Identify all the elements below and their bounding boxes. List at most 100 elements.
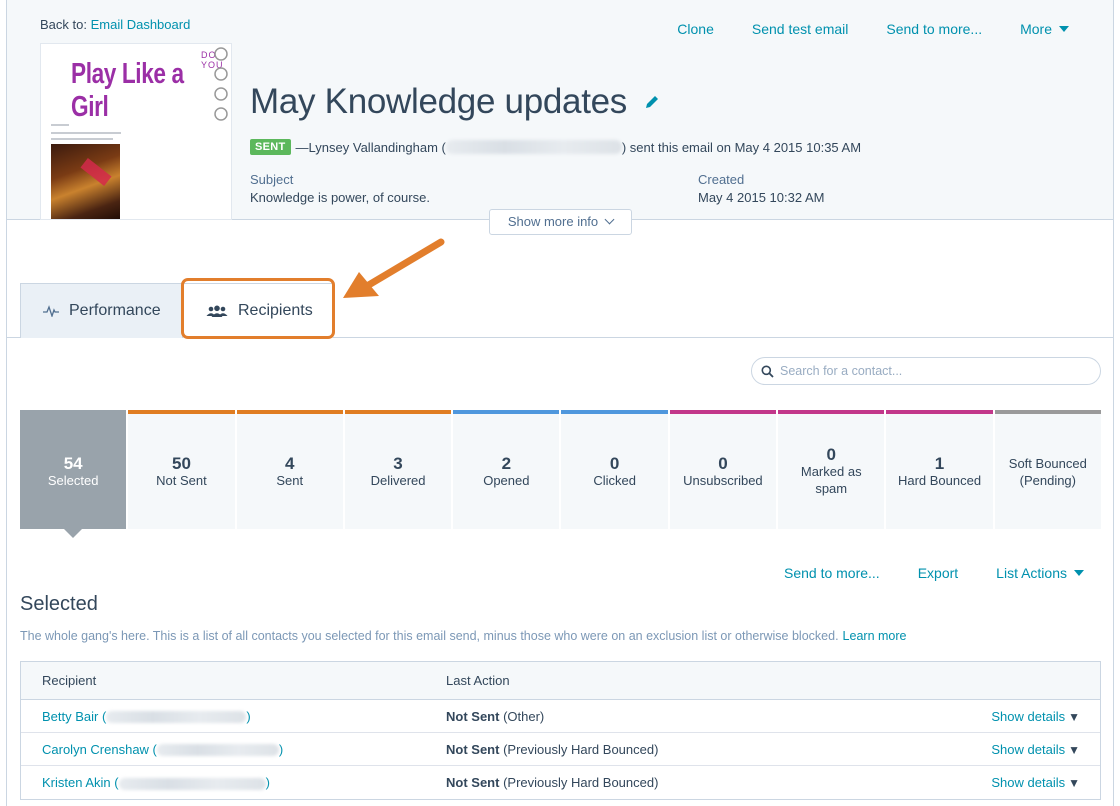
- stat-tile-clicked[interactable]: 0 Clicked: [561, 410, 668, 529]
- recipients-table: Recipient Last Action Betty Bair () Not S…: [20, 661, 1101, 800]
- last-action-cell: Not Sent (Previously Hard Bounced): [425, 775, 945, 790]
- stat-count: 50: [171, 453, 191, 473]
- stat-count: 0: [718, 453, 728, 473]
- sent-info: SENT —Lynsey Vallandingham ( ) sent this…: [250, 139, 861, 155]
- stat-label: Not Sent: [156, 472, 207, 488]
- triangle-down-icon[interactable]: ▼: [1068, 710, 1080, 724]
- send-to-more-list-button[interactable]: Send to more...: [784, 565, 880, 581]
- show-details-link[interactable]: Show details: [991, 709, 1065, 724]
- email-title: May Knowledge updates: [250, 82, 628, 121]
- thumbnail-text-line: [51, 124, 69, 126]
- row-actions: Show details ▼: [945, 742, 1100, 757]
- last-action-status: Not Sent: [446, 741, 500, 757]
- caret-down-icon: [1074, 570, 1084, 576]
- pencil-icon[interactable]: [644, 94, 660, 110]
- thumbnail-text-line: [51, 132, 121, 134]
- learn-more-link[interactable]: Learn more: [843, 629, 907, 643]
- recipient-name-link[interactable]: Betty Bair: [42, 709, 98, 724]
- stat-count: 1: [934, 453, 945, 473]
- show-details-link[interactable]: Show details: [991, 775, 1065, 790]
- send-test-email-button[interactable]: Send test email: [752, 21, 849, 37]
- stat-label: Sent: [276, 472, 304, 488]
- last-action-reason: (Previously Hard Bounced): [503, 741, 659, 757]
- header-actions: Clone Send test email Send to more... Mo…: [677, 21, 1069, 37]
- email-dashboard-link[interactable]: Email Dashboard: [91, 17, 191, 32]
- list-actions: Send to more... Export List Actions: [784, 565, 1084, 581]
- stat-label: Selected: [47, 472, 99, 488]
- export-button[interactable]: Export: [918, 565, 958, 581]
- recipient-cell: Carolyn Crenshaw (): [21, 742, 425, 757]
- recipient-name-link[interactable]: Kristen Akin: [42, 775, 111, 790]
- tab-performance[interactable]: Performance: [20, 283, 183, 338]
- email-details-page: Back to: Email Dashboard Clone Send test…: [6, 0, 1114, 806]
- triangle-down-icon[interactable]: ▼: [1068, 743, 1080, 757]
- stat-tile-marked-as-spam[interactable]: 0 Marked as spam: [778, 410, 885, 529]
- subject-value: Knowledge is power, of course.: [250, 190, 430, 205]
- redacted-email: [445, 140, 622, 154]
- created-label: Created: [698, 172, 745, 187]
- back-prefix: Back to:: [40, 17, 87, 32]
- stat-tile-not-sent[interactable]: 50 Not Sent: [128, 410, 235, 529]
- last-action-reason: (Other): [503, 708, 545, 724]
- more-dropdown[interactable]: More: [1020, 21, 1069, 37]
- email-thumbnail[interactable]: DO YOU Play Like a Girl: [40, 43, 232, 220]
- email-header: Back to: Email Dashboard Clone Send test…: [7, 0, 1113, 220]
- triangle-down-icon[interactable]: ▼: [1068, 776, 1080, 790]
- paren-close: ): [278, 741, 284, 757]
- search-input[interactable]: [780, 364, 1080, 378]
- table-row: Betty Bair () Not Sent (Other) Show detail…: [21, 700, 1100, 733]
- paren-open: (: [98, 708, 107, 724]
- pulse-icon: [43, 305, 59, 317]
- annotation-arrow-icon: [343, 238, 445, 298]
- contact-search[interactable]: [751, 357, 1101, 385]
- send-to-more-button[interactable]: Send to more...: [886, 21, 982, 37]
- recipient-name-link[interactable]: Carolyn Crenshaw: [42, 742, 149, 757]
- column-header-last-action[interactable]: Last Action: [425, 673, 945, 688]
- sender-prefix: —Lynsey Vallandingham (: [295, 139, 446, 155]
- show-more-label: Show more info: [507, 214, 599, 229]
- last-action-cell: Not Sent (Other): [425, 709, 945, 724]
- stat-tile-sent[interactable]: 4 Sent: [236, 410, 343, 529]
- stat-tile-opened[interactable]: 2 Opened: [453, 410, 560, 529]
- paren-close: ): [246, 708, 251, 724]
- last-action-status: Not Sent: [446, 775, 500, 790]
- last-action-status: Not Sent: [446, 708, 500, 724]
- stat-label: Soft Bounced (Pending): [1008, 455, 1087, 488]
- last-action-reason: (Previously Hard Bounced): [503, 775, 659, 790]
- row-actions: Show details ▼: [945, 775, 1100, 790]
- sender-suffix: ) sent this email on May 4 2015 10:35 AM: [621, 139, 862, 155]
- stat-label: Marked as spam: [800, 464, 862, 496]
- stat-count: 54: [63, 453, 83, 473]
- thumbnail-photo: [51, 144, 120, 219]
- section-description: The whole gang's here. This is a list of…: [20, 629, 906, 643]
- stat-tile-selected[interactable]: 54 Selected: [20, 410, 127, 538]
- recipients-tab-highlight: [181, 278, 335, 339]
- recipient-stat-tiles: 54 Selected 50 Not Sent 4 Sent 3 Delivered 2 Open…: [20, 410, 1101, 538]
- breadcrumb: Back to: Email Dashboard: [40, 17, 190, 32]
- stat-tile-delivered[interactable]: 3 Delivered: [344, 410, 452, 529]
- stat-label: Unsubscribed: [683, 472, 763, 488]
- stat-label: Hard Bounced: [897, 472, 982, 488]
- stat-label: Clicked: [593, 472, 636, 488]
- stat-tile-soft-bounced-pending[interactable]: Soft Bounced (Pending): [994, 410, 1101, 529]
- stat-tile-hard-bounced[interactable]: 1 Hard Bounced: [886, 410, 993, 529]
- redacted-email: [118, 777, 266, 790]
- recipient-cell: Kristen Akin (): [21, 775, 425, 790]
- stat-tile-unsubscribed[interactable]: 0 Unsubscribed: [669, 410, 777, 529]
- show-more-info-button[interactable]: Show more info: [489, 209, 632, 235]
- stat-count: 2: [501, 453, 512, 473]
- recipient-cell: Betty Bair (): [21, 709, 425, 724]
- show-details-link[interactable]: Show details: [991, 742, 1065, 757]
- thumbnail-text-line: [51, 138, 113, 140]
- row-actions: Show details ▼: [945, 709, 1100, 724]
- stat-count: 4: [285, 453, 295, 473]
- redacted-email: [106, 711, 247, 724]
- clone-button[interactable]: Clone: [677, 21, 714, 37]
- subject-label: Subject: [250, 172, 294, 187]
- paren-open: (: [148, 741, 157, 757]
- created-value: May 4 2015 10:32 AM: [698, 190, 825, 205]
- list-actions-dropdown[interactable]: List Actions: [996, 565, 1084, 581]
- column-header-recipient[interactable]: Recipient: [21, 673, 425, 688]
- thumbnail-brand: Play Like a Girl: [71, 58, 184, 123]
- table-row: Kristen Akin () Not Sent (Previously Hard…: [21, 766, 1100, 799]
